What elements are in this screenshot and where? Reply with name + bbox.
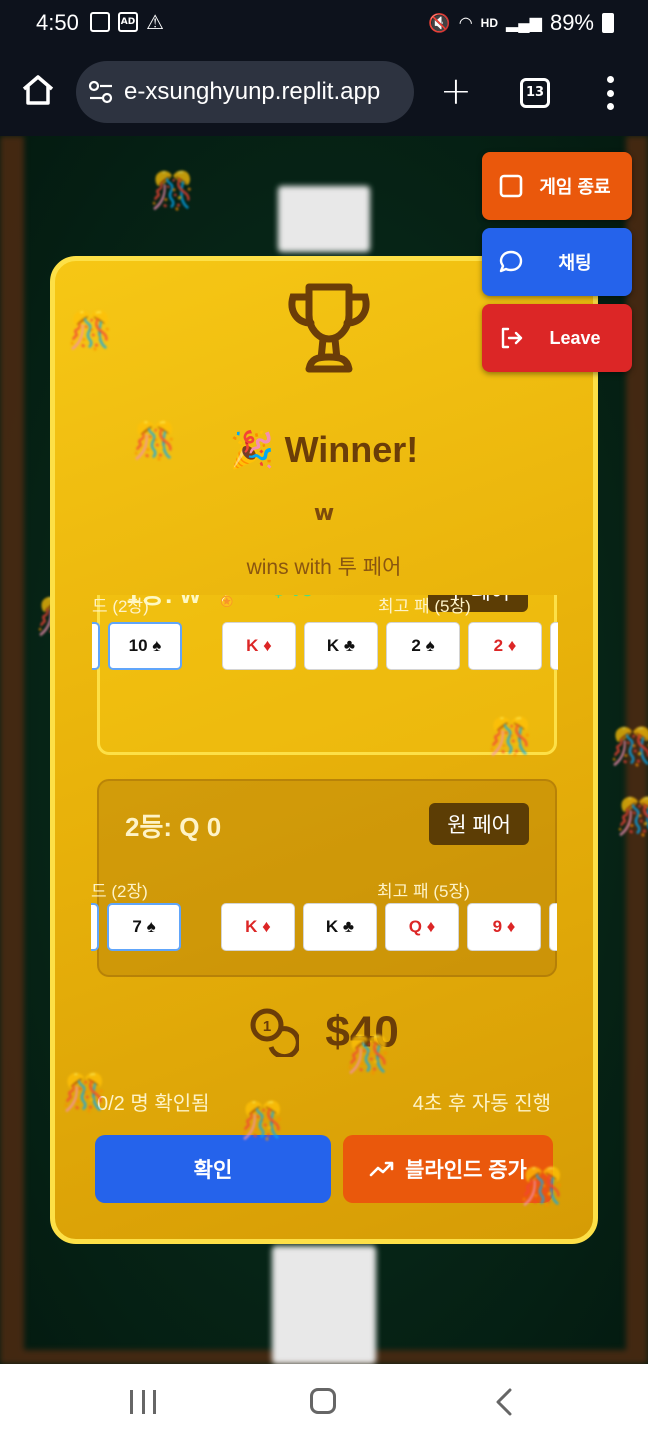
auto-next-timer: 4초 후 자동 진행 [412,1093,551,1115]
playing-card-partial [92,622,100,670]
end-game-label: 게임 종료 [539,177,611,197]
winner-title-text: Winner! [284,429,419,470]
system-status: 🔇 ◠ HD ▂▄▆ 89% [428,10,614,36]
more-menu-icon[interactable] [600,76,620,110]
status-bar: 4:50 AD ⚠ 🔇 ◠ HD ▂▄▆ 89% [0,0,648,48]
confetti-icon: 🎊 [132,421,177,462]
warning-icon: ⚠ [146,10,164,34]
network-label: HD [480,16,498,30]
cards-row: 10 ♠ K ♦ K ♣ 2 ♠ 2 ♦ [92,622,558,670]
browser-toolbar: e-xsunghyunp.replit.app + 13 [0,48,648,136]
playing-card-partial [91,903,99,951]
party-popper-icon: 🎉 [229,429,275,470]
status-time: 4:50 [36,10,79,35]
blurred-card [278,186,370,252]
site-settings-icon[interactable] [88,79,114,105]
logout-icon [501,327,523,349]
confirm-button-label: 확인 [193,1159,233,1182]
wifi-icon: ◠ [458,15,473,32]
svg-text:1: 1 [263,1018,271,1035]
stop-square-icon [499,174,523,198]
playing-card-partial [550,622,558,670]
leave-label: Leave [549,327,601,348]
winner-description: wins with 투 페어 [246,556,402,579]
chat-label: 채팅 [558,253,592,273]
mute-icon: 🔇 [428,12,451,33]
hole-cards-label: 드 (2장) [91,882,148,901]
confetti-icon: 🎊 [346,1035,391,1076]
chat-bubble-icon [499,250,523,273]
url-text: e-xsunghyunp.replit.app [124,78,381,105]
best-card: 2 ♦ [468,622,542,670]
hole-cards-label: 드 (2장) [92,597,149,616]
pot-display: 1 $40 [55,1005,593,1058]
best-card: K ♦ [222,622,296,670]
confetti-icon: 🎊 [520,1167,565,1208]
confirm-button[interactable]: 확인 [95,1135,331,1203]
best-card: K ♣ [304,622,378,670]
confetti-icon: 🎊 [62,1073,107,1114]
best-hand-label: 최고 패 (5장) [377,882,470,901]
gallery-icon [90,12,110,32]
blurred-card [272,1246,376,1364]
confetti-icon: 🎊 [610,727,648,768]
battery-icon [602,13,614,33]
home-icon[interactable] [20,72,56,108]
signal-icon: ▂▄▆ [506,15,542,32]
tab-switcher-button[interactable]: 13 [520,78,550,108]
hand-rank-badge: 원 페어 [429,803,529,845]
chat-button[interactable]: 채팅 [482,228,632,296]
confetti-icon: 🎊 [150,171,195,212]
battery-percent: 89% [549,10,594,35]
blind-increase-label: 블라인드 증가 [405,1159,527,1182]
rank-text: 2등: Q 0 [125,812,222,842]
winnings-amount: +$40 [256,595,315,603]
best-card: 9 ♦ [467,903,541,951]
confetti-icon: 🎊 [68,311,113,352]
playing-card-partial [549,903,557,951]
best-card: Q ♦ [385,903,459,951]
cards-row: 7 ♠ K ♦ K ♣ Q ♦ 9 ♦ [91,903,557,951]
end-game-button[interactable]: 게임 종료 [482,152,632,220]
best-card: K ♦ [221,903,295,951]
new-tab-button[interactable]: + [440,72,472,110]
recent-apps-icon[interactable] [130,1390,156,1414]
trophy-icon [288,283,370,373]
coins-icon: 1 [250,1008,300,1058]
trending-up-icon [369,1161,394,1177]
back-icon[interactable] [494,1388,514,1416]
winner-name: w [313,501,335,526]
leave-button[interactable]: Leave [482,304,632,372]
confetti-icon: 🎊 [488,717,533,758]
hole-card: 10 ♠ [108,622,182,670]
home-nav-icon[interactable] [310,1388,336,1414]
hole-card: 7 ♠ [107,903,181,951]
notification-icons: AD ⚠ [90,12,164,32]
address-bar[interactable]: e-xsunghyunp.replit.app [76,61,414,123]
confetti-icon: 🎊 [240,1101,285,1142]
best-card: 2 ♠ [386,622,460,670]
best-hand-label: 최고 패 (5장) [378,597,471,616]
confetti-icon: 🎊 [616,797,648,838]
best-card: K ♣ [303,903,377,951]
result-card-second: 2등: Q 0 원 페어 드 (2장) 최고 패 (5장) 7 ♠ K ♦ K … [91,779,557,977]
confirm-count: 0/2 명 확인됨 [97,1093,210,1115]
results-list[interactable]: 1등: w 🏅 +$40 투 페어 드 (2장) 최고 패 (5장) 10 ♠ … [55,595,593,995]
system-navigation-bar [0,1364,648,1440]
ad-blocker-icon: AD [118,12,138,32]
medal-icon: 🏅 [215,595,239,607]
